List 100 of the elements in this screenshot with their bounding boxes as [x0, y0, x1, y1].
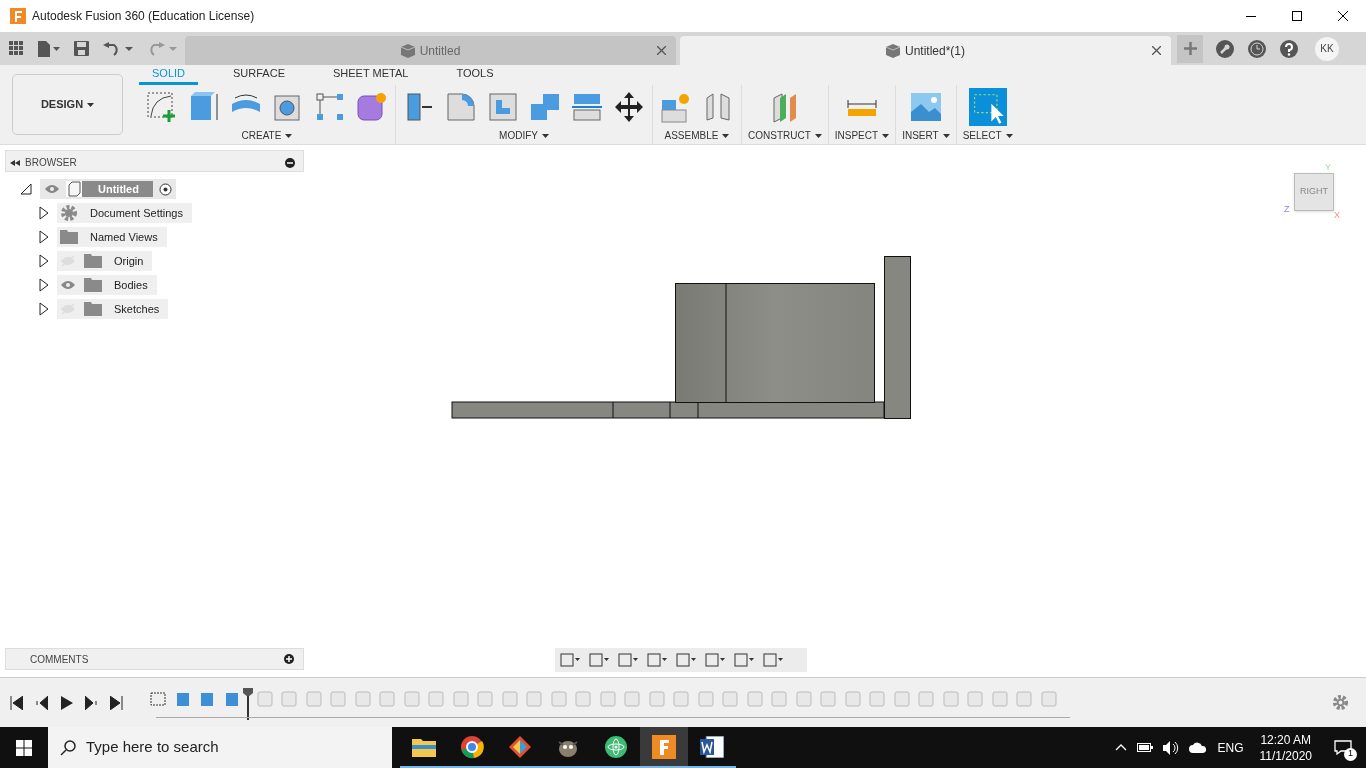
- browser-node[interactable]: Named Views: [57, 227, 167, 247]
- fillet-icon[interactable]: [444, 90, 478, 124]
- group-dropdown[interactable]: ASSEMBLE: [664, 128, 730, 143]
- search-field[interactable]: Type here to search: [48, 727, 392, 768]
- battery-icon[interactable]: [1137, 743, 1154, 752]
- timeline-marker-icon[interactable]: [243, 687, 253, 720]
- file-icon[interactable]: [38, 40, 60, 57]
- step-back-icon[interactable]: [35, 695, 48, 710]
- help-icon[interactable]: [1279, 38, 1299, 59]
- browser-node[interactable]: Document Settings: [57, 203, 192, 223]
- diamond-app-icon: [508, 734, 532, 759]
- folder-icon: [84, 254, 102, 268]
- gear-icon: [60, 204, 78, 222]
- axis-label: Z: [1284, 203, 1290, 216]
- clock-icon[interactable]: [1247, 38, 1267, 59]
- browser-node[interactable]: Sketches: [57, 299, 169, 319]
- panel-title: COMMENTS: [30, 652, 89, 667]
- timeline-feature-icon[interactable]: [148, 689, 168, 708]
- redo-icon[interactable]: [147, 41, 177, 56]
- group-dropdown[interactable]: INSPECT: [834, 128, 890, 143]
- box-icon: [66, 181, 82, 197]
- collapse-panel-icon[interactable]: [10, 159, 20, 166]
- cube-icon: [400, 43, 415, 58]
- group-dropdown[interactable]: MODIFY: [499, 128, 549, 143]
- document-tab[interactable]: Untitled*(1): [680, 36, 1171, 65]
- caret-icon: [814, 133, 822, 138]
- folder-icon: [84, 278, 102, 292]
- caret-icon: [882, 133, 890, 138]
- cloud-icon[interactable]: [1189, 742, 1208, 753]
- ribbon-tab[interactable]: SHEET METAL: [320, 65, 422, 85]
- eye-icon[interactable]: [60, 280, 76, 290]
- panel-title: BROWSER: [25, 156, 77, 170]
- close-icon[interactable]: [657, 46, 666, 55]
- image-icon[interactable]: [908, 90, 943, 124]
- fusion-logo-icon: [10, 8, 26, 24]
- chat-bubble-icon: [1334, 740, 1352, 755]
- minus-circle-icon[interactable]: [285, 157, 295, 168]
- group-dropdown[interactable]: CONSTRUCT: [748, 128, 822, 143]
- group-dropdown[interactable]: CREATE: [241, 128, 293, 143]
- close-icon: [1338, 11, 1348, 21]
- cube-icon: [886, 43, 900, 58]
- clock[interactable]: 12:20 AM 11/1/2020: [1259, 731, 1312, 764]
- speaker-icon[interactable]: [1163, 740, 1180, 755]
- word-app-icon: [700, 735, 724, 758]
- expand-arrow-icon[interactable]: [39, 206, 49, 220]
- search-icon: [60, 739, 76, 756]
- settings-icon[interactable]: [1332, 694, 1349, 711]
- plus-circle-icon[interactable]: [284, 654, 294, 664]
- folder-icon: [84, 302, 102, 316]
- form-icon[interactable]: [355, 90, 389, 124]
- chevron-up-icon[interactable]: [1115, 744, 1128, 751]
- workspace-dropdown[interactable]: DESIGN: [12, 74, 123, 135]
- caret-icon: [285, 133, 293, 138]
- wrench-icon[interactable]: [1215, 38, 1235, 59]
- step-forward-icon[interactable]: [85, 695, 98, 710]
- expand-arrow-icon[interactable]: [39, 230, 49, 244]
- skip-start-icon[interactable]: [10, 695, 23, 710]
- select-icon[interactable]: [968, 88, 1007, 126]
- new-tab-button[interactable]: [1177, 34, 1203, 63]
- axis-label: X: [1334, 209, 1340, 222]
- browser-node[interactable]: Origin: [57, 251, 153, 271]
- folder-icon: [60, 230, 78, 244]
- browser-icon: [460, 734, 484, 759]
- eye-icon[interactable]: [44, 184, 60, 194]
- user-avatar[interactable]: KK: [1315, 36, 1339, 61]
- grid-menu-icon[interactable]: [9, 41, 24, 56]
- maximize-icon: [1292, 11, 1302, 21]
- caret-icon: [87, 102, 95, 107]
- minimize-icon: [1246, 15, 1256, 17]
- shell-icon[interactable]: [486, 90, 520, 124]
- windows-start-icon[interactable]: [16, 739, 32, 756]
- language-indicator[interactable]: ENG: [1217, 738, 1244, 757]
- undo-icon[interactable]: [103, 41, 133, 56]
- expand-arrow-icon[interactable]: [39, 302, 49, 316]
- expand-arrow-icon[interactable]: [39, 254, 49, 268]
- ribbon-tab[interactable]: SURFACE: [220, 65, 298, 85]
- fusion-app-icon: [652, 734, 676, 759]
- group-dropdown[interactable]: SELECT: [962, 128, 1013, 143]
- caret-icon: [722, 133, 730, 138]
- tab-title: Untitled*(1): [905, 42, 965, 60]
- plus-icon: [1183, 42, 1197, 55]
- group-dropdown[interactable]: INSERT: [902, 128, 950, 143]
- caret-icon: [942, 133, 950, 138]
- ribbon-tab[interactable]: TOOLS: [443, 65, 507, 85]
- expand-arrow-icon[interactable]: [39, 278, 49, 292]
- collapse-arrow-icon[interactable]: [20, 183, 32, 195]
- save-icon[interactable]: [74, 41, 89, 56]
- atom-icon: [604, 734, 628, 759]
- radio-target-icon[interactable]: [158, 182, 172, 196]
- browser-node[interactable]: Bodies: [57, 275, 157, 295]
- caret-icon: [1005, 133, 1013, 138]
- window-title: Autodesk Fusion 360 (Education License): [32, 8, 255, 25]
- axis-label: Y: [1325, 161, 1331, 174]
- tab-title: Untitled: [419, 42, 461, 60]
- play-icon[interactable]: [60, 695, 73, 710]
- folder-icon: [412, 736, 436, 757]
- close-icon[interactable]: [1152, 46, 1161, 55]
- taskbar-app[interactable]: [640, 727, 688, 768]
- notifications-button[interactable]: 1: [1328, 732, 1358, 763]
- skip-end-icon[interactable]: [110, 695, 123, 710]
